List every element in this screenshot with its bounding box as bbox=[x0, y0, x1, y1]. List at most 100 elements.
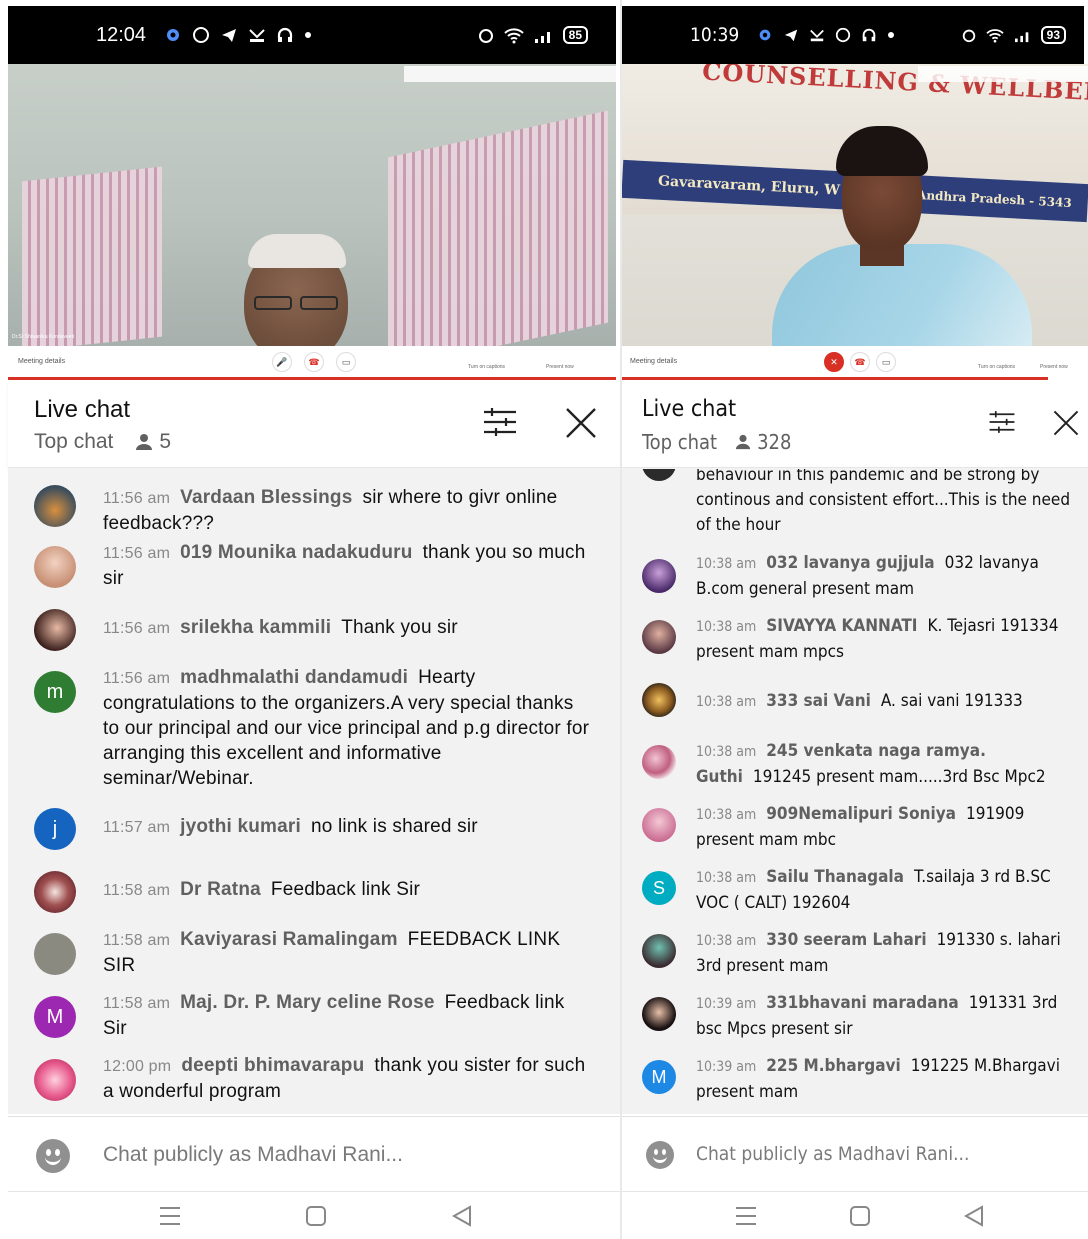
emoji-icon[interactable] bbox=[36, 1139, 70, 1173]
person-icon bbox=[136, 434, 153, 450]
chat-input-placeholder[interactable]: Chat publicly as Madhavi Rani... bbox=[696, 1143, 969, 1165]
message-text: A. sai vani 191333 bbox=[880, 691, 1023, 711]
chat-mode-selector[interactable]: Top chat 328 bbox=[642, 430, 791, 454]
message-timestamp: 12:00 pm bbox=[103, 1058, 172, 1075]
filter-sliders-icon[interactable] bbox=[988, 406, 1016, 438]
close-icon[interactable] bbox=[564, 406, 598, 440]
avatar[interactable] bbox=[34, 1059, 76, 1101]
meeting-toolbar: Meeting details 🎤 ☎ ▭ Turn on captions P… bbox=[8, 346, 616, 378]
status-notification-icons bbox=[757, 27, 895, 43]
settings-gear-icon bbox=[759, 29, 771, 41]
chat-mode-selector[interactable]: Top chat 5 bbox=[34, 430, 171, 454]
wifi-icon bbox=[986, 29, 1004, 43]
meeting-video[interactable]: COUNSELLING & WELLBEING HUB Gavaravaram,… bbox=[622, 64, 1088, 346]
message-author[interactable]: jyothi kumari bbox=[180, 816, 301, 837]
chat-message-list[interactable]: 11:56 am Vardaan Blessings sir where to gi… bbox=[8, 469, 620, 1114]
message-timestamp: 10:39 am bbox=[696, 996, 757, 1012]
mic-muted-icon[interactable]: ✕ bbox=[824, 352, 844, 372]
chat-message-list[interactable]: behaviour in this pandemic and be strong… bbox=[622, 469, 1088, 1114]
message-timestamp: 10:38 am bbox=[696, 694, 757, 710]
message-author[interactable]: Vardaan Blessings bbox=[180, 487, 352, 508]
chat-input-bar[interactable]: Chat publicly as Madhavi Rani... bbox=[622, 1116, 1088, 1192]
viewer-count: 328 bbox=[735, 430, 791, 454]
message-timestamp: 11:57 am bbox=[103, 819, 171, 836]
status-system-icons: 85 bbox=[477, 26, 588, 44]
chat-title: Live chat bbox=[642, 396, 737, 422]
curtain-right bbox=[388, 110, 608, 346]
close-icon[interactable] bbox=[1052, 406, 1080, 440]
avatar[interactable] bbox=[642, 469, 676, 481]
avatar[interactable] bbox=[642, 683, 676, 717]
meet-top-overlay[interactable] bbox=[918, 66, 1088, 82]
avatar[interactable] bbox=[642, 934, 676, 968]
message-timestamp: 10:38 am bbox=[696, 807, 757, 823]
battery-indicator: 93 bbox=[1040, 26, 1066, 44]
menu-icon[interactable] bbox=[158, 1205, 182, 1227]
menu-icon[interactable] bbox=[734, 1205, 758, 1227]
message-author[interactable]: Sailu Thanagala bbox=[766, 867, 904, 887]
phone-screenshot-right: 10:39 93 COUNSELLING & WELLBEING HUB Gav… bbox=[622, 0, 1088, 1239]
message-author[interactable]: 032 lavanya gujjula bbox=[766, 553, 934, 573]
message-author[interactable]: srilekha kammili bbox=[180, 617, 331, 638]
message-author[interactable]: SIVAYYA KANNATI bbox=[766, 616, 917, 636]
camera-icon[interactable]: ▭ bbox=[336, 352, 356, 372]
status-time: 12:04 bbox=[96, 23, 147, 46]
viewer-count-value: 328 bbox=[757, 430, 792, 454]
captions-button[interactable]: Turn on captions bbox=[978, 364, 1015, 370]
avatar[interactable] bbox=[642, 620, 676, 654]
avatar[interactable]: M bbox=[642, 1060, 676, 1094]
meeting-details-link[interactable]: Meeting details bbox=[630, 358, 677, 365]
message-text: Thank you sir bbox=[341, 617, 458, 638]
chat-input-placeholder[interactable]: Chat publicly as Madhavi Rani... bbox=[103, 1143, 403, 1167]
meeting-toolbar: Meeting details ✕ ☎ ▭ Turn on captions P… bbox=[622, 346, 1088, 378]
message-author[interactable]: 331bhavani maradana bbox=[766, 993, 958, 1013]
captions-button[interactable]: Turn on captions bbox=[468, 364, 505, 370]
missed-call-icon bbox=[810, 29, 825, 42]
meeting-video[interactable]: Dr.Sr Shiwanika Kondaveeti bbox=[8, 64, 616, 346]
avatar[interactable] bbox=[34, 546, 76, 588]
mic-icon[interactable]: 🎤 bbox=[272, 352, 292, 372]
message-author[interactable]: 330 seeram Lahari bbox=[766, 930, 926, 950]
signal-icon bbox=[1014, 32, 1028, 43]
message-timestamp: 11:56 am bbox=[103, 490, 171, 507]
avatar[interactable]: M bbox=[34, 996, 76, 1038]
avatar[interactable] bbox=[642, 808, 676, 842]
message-text: no link is shared sir bbox=[310, 816, 478, 837]
avatar[interactable] bbox=[642, 745, 676, 779]
message-author[interactable]: madhmalathi dandamudi bbox=[180, 667, 408, 688]
present-button[interactable]: Present now bbox=[1040, 364, 1068, 370]
avatar[interactable] bbox=[642, 559, 676, 593]
end-call-icon[interactable]: ☎ bbox=[304, 352, 324, 372]
message-author[interactable]: 909Nemalipuri Soniya bbox=[766, 804, 956, 824]
filter-sliders-icon[interactable] bbox=[482, 406, 518, 438]
avatar[interactable] bbox=[34, 609, 76, 651]
message-author[interactable]: 333 sai Vani bbox=[766, 691, 871, 711]
curtain-left bbox=[22, 166, 162, 346]
status-notification-icons bbox=[164, 26, 312, 44]
camera-icon[interactable]: ▭ bbox=[876, 352, 896, 372]
message-author[interactable]: Dr Ratna bbox=[180, 879, 261, 900]
meeting-details-link[interactable]: Meeting details bbox=[18, 358, 65, 365]
present-button[interactable]: Present now bbox=[546, 364, 574, 370]
back-icon[interactable] bbox=[450, 1205, 474, 1227]
message-author[interactable]: deepti bhimavarapu bbox=[181, 1055, 364, 1076]
missed-call-icon bbox=[249, 29, 265, 42]
message-author[interactable]: Maj. Dr. P. Mary celine Rose bbox=[180, 992, 434, 1013]
home-icon[interactable] bbox=[848, 1205, 872, 1227]
avatar[interactable]: S bbox=[642, 871, 676, 905]
message-author[interactable]: 019 Mounika nadakuduru bbox=[180, 542, 412, 563]
avatar[interactable]: j bbox=[34, 808, 76, 850]
message-author[interactable]: 225 M.bhargavi bbox=[766, 1056, 900, 1076]
back-icon[interactable] bbox=[962, 1205, 986, 1227]
meet-top-overlay[interactable] bbox=[404, 66, 616, 82]
emoji-icon[interactable] bbox=[646, 1141, 674, 1169]
message-author[interactable]: Kaviyarasi Ramalingam bbox=[180, 929, 398, 950]
avatar[interactable] bbox=[34, 871, 76, 913]
end-call-icon[interactable]: ☎ bbox=[850, 352, 870, 372]
avatar[interactable]: m bbox=[34, 671, 76, 713]
avatar[interactable] bbox=[642, 997, 676, 1031]
avatar[interactable] bbox=[34, 485, 76, 527]
chat-input-bar[interactable]: Chat publicly as Madhavi Rani... bbox=[8, 1116, 620, 1192]
avatar[interactable] bbox=[34, 933, 76, 975]
home-icon[interactable] bbox=[304, 1205, 328, 1227]
